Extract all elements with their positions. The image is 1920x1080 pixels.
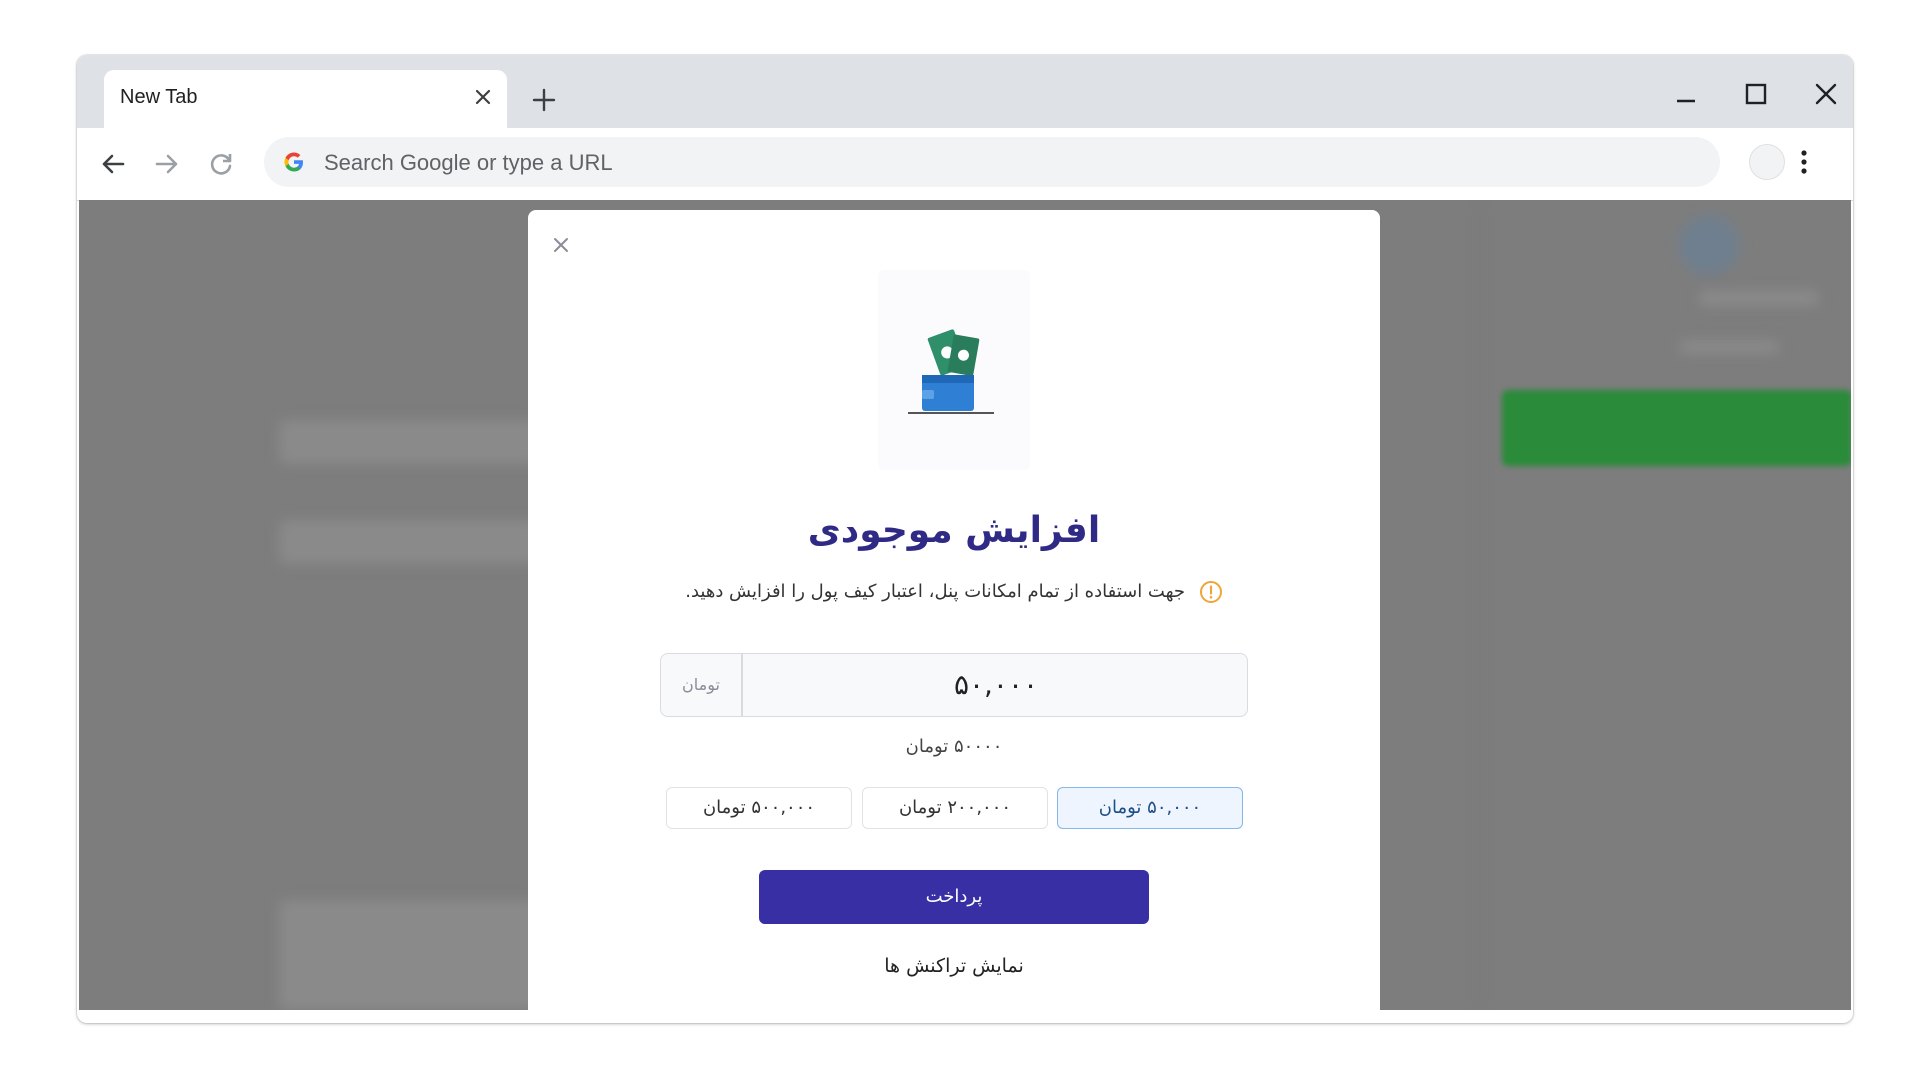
toolbar: Search Google or type a URL xyxy=(77,128,1853,201)
profile-avatar[interactable] xyxy=(1749,144,1785,180)
google-icon xyxy=(284,152,303,172)
amount-in-words: ۵۰۰۰۰ تومان xyxy=(905,736,1003,757)
background-text xyxy=(1679,340,1779,354)
tab-new-tab[interactable]: New Tab xyxy=(104,70,507,128)
amount-input[interactable]: تومان ۵۰,۰۰۰ xyxy=(660,653,1248,717)
reload-icon[interactable] xyxy=(205,148,237,180)
preset-button-50000[interactable]: ۵۰,۰۰۰ تومان xyxy=(1057,787,1243,829)
close-window-icon[interactable] xyxy=(1811,79,1841,109)
preset-button-500000[interactable]: ۵۰۰,۰۰۰ تومان xyxy=(666,787,852,829)
omnibox-placeholder: Search Google or type a URL xyxy=(324,150,613,175)
back-icon[interactable] xyxy=(97,148,129,180)
tab-strip: New Tab xyxy=(77,55,1853,128)
page-content: افزایش موجودی جهت استفاده از تمام امکانا… xyxy=(79,200,1851,1010)
maximize-icon[interactable] xyxy=(1741,79,1771,109)
show-transactions-link[interactable]: نمایش تراکنش ها xyxy=(528,955,1380,977)
info-icon xyxy=(1199,581,1222,603)
background-text xyxy=(1699,290,1819,306)
close-icon[interactable] xyxy=(471,85,495,109)
forward-icon[interactable] xyxy=(151,148,183,180)
wallet-illustration xyxy=(878,270,1030,470)
modal-title: افزایش موجودی xyxy=(807,510,1101,551)
amount-unit-label: تومان xyxy=(661,654,743,716)
top-up-modal: افزایش موجودی جهت استفاده از تمام امکانا… xyxy=(528,210,1380,1010)
amount-value[interactable]: ۵۰,۰۰۰ xyxy=(745,654,1247,716)
address-bar[interactable]: Search Google or type a URL xyxy=(264,137,1720,187)
plus-icon[interactable] xyxy=(529,85,559,115)
wallet-notice: جهت استفاده از تمام امکانات پنل، اعتبار … xyxy=(528,580,1380,604)
notice-text: جهت استفاده از تمام امکانات پنل، اعتبار … xyxy=(685,581,1186,602)
background-card xyxy=(279,900,539,1010)
pay-button[interactable]: پرداخت xyxy=(759,870,1149,924)
background-card xyxy=(279,420,539,464)
tab-title: New Tab xyxy=(120,86,198,108)
background-card xyxy=(279,520,539,564)
background-divider xyxy=(1479,200,1481,1010)
minimize-icon[interactable] xyxy=(1671,79,1701,109)
preset-button-200000[interactable]: ۲۰۰,۰۰۰ تومان xyxy=(862,787,1048,829)
browser-window: New Tab Search Google or type a URL افزا… xyxy=(77,55,1853,1023)
close-icon[interactable] xyxy=(550,234,572,256)
wallet-icon xyxy=(908,329,994,414)
menu-dots-icon[interactable] xyxy=(1794,144,1814,180)
background-green-banner xyxy=(1502,390,1851,466)
background-avatar xyxy=(1679,215,1739,275)
